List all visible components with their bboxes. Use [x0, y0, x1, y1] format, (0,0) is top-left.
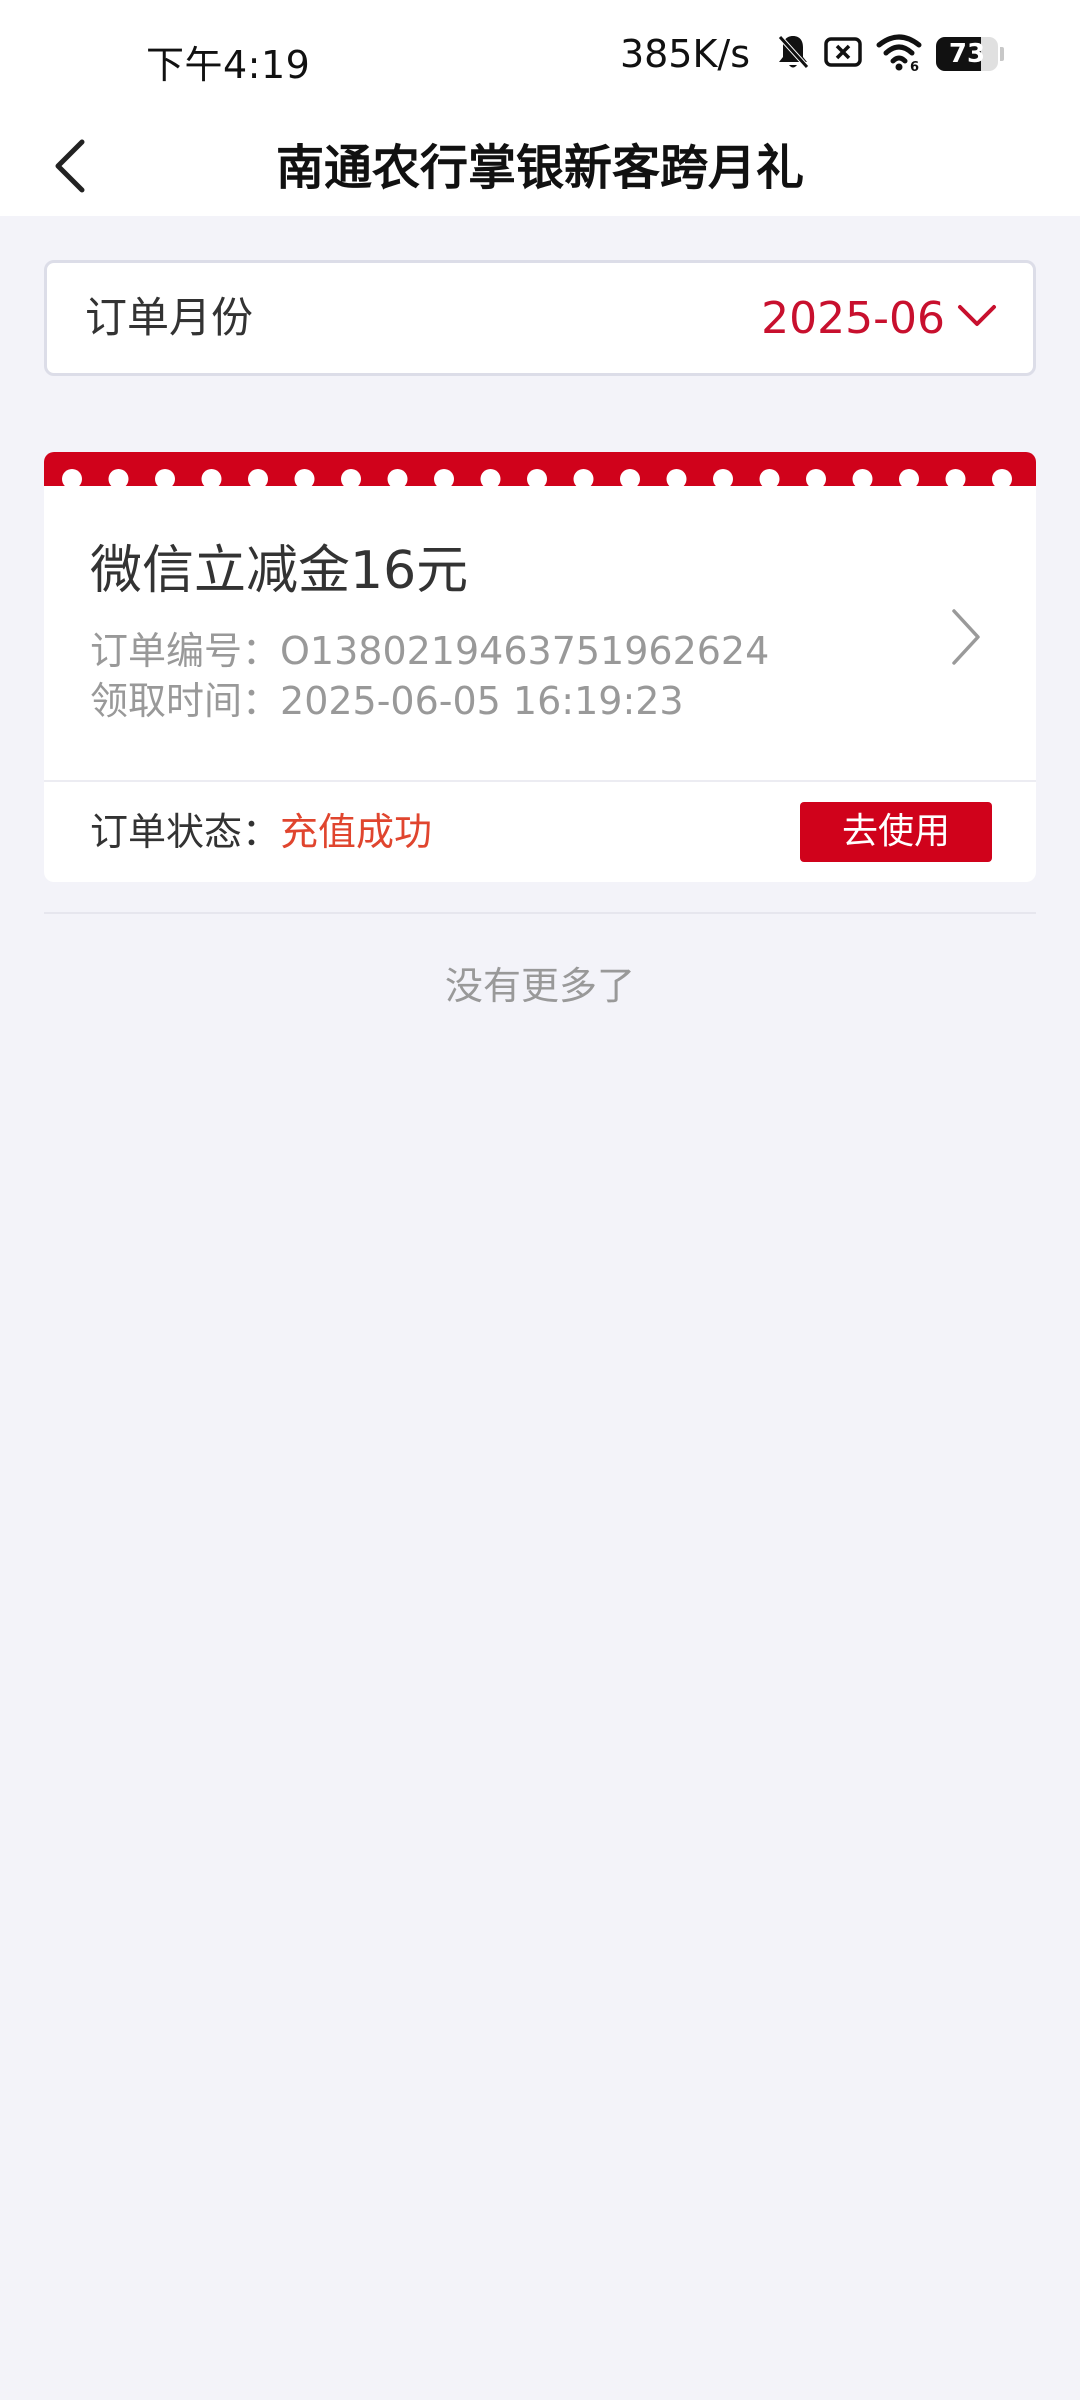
- battery-level: 73: [948, 39, 986, 69]
- sim-x-icon: [824, 36, 862, 72]
- svg-text:6: 6: [910, 60, 919, 72]
- status-time: 下午4:19: [146, 43, 311, 87]
- order-month-selector[interactable]: 订单月份 2025-06: [44, 260, 1036, 376]
- list-end-text: 没有更多了: [444, 964, 635, 1008]
- chevron-down-icon: [957, 303, 997, 333]
- order-month-dropdown[interactable]: 2025-06: [761, 263, 997, 373]
- order-month-value: 2025-06: [761, 292, 945, 344]
- status-bar: 下午4:19 385K/s 6 73: [0, 0, 1080, 120]
- list-divider: [44, 912, 1036, 914]
- order-title: 微信立减金16元: [90, 541, 469, 601]
- use-now-button[interactable]: 去使用: [800, 802, 992, 862]
- bell-muted-icon: [776, 33, 810, 75]
- claim-time-value: 2025-06-05 16:19:23: [280, 679, 684, 723]
- order-number-value: O1380219463751962624: [280, 629, 770, 673]
- claim-time-label: 领取时间：: [90, 679, 281, 723]
- order-card[interactable]: 微信立减金16元 订单编号：O1380219463751962624 领取时间：…: [44, 452, 1036, 882]
- network-speed: 385K/s: [619, 32, 750, 76]
- chevron-right-icon[interactable]: [946, 607, 986, 667]
- battery-icon: 73: [936, 37, 1004, 71]
- order-status-row: 订单状态：充值成功: [90, 782, 432, 882]
- order-number-label: 订单编号：: [90, 629, 281, 673]
- ticket-edge-decoration: [44, 452, 1036, 486]
- order-month-label: 订单月份: [85, 293, 254, 342]
- order-number-line: 订单编号：O1380219463751962624: [90, 620, 769, 675]
- header-bar: 南通农行掌银新客跨月礼: [0, 120, 1080, 216]
- status-indicators: 385K/s 6 73: [620, 32, 1004, 76]
- claim-time-line: 领取时间：2025-06-05 16:19:23: [90, 670, 684, 725]
- wifi-icon: 6: [876, 32, 922, 76]
- order-status-label: 订单状态：: [90, 810, 281, 854]
- order-status-value: 充值成功: [280, 810, 433, 854]
- page-title: 南通农行掌银新客跨月礼: [275, 140, 804, 196]
